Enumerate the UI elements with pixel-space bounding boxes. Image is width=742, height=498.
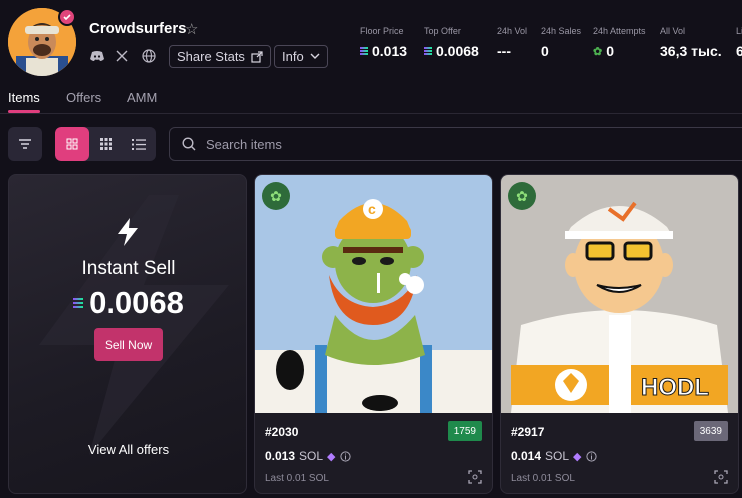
stat-value: 36,3 тыс. — [660, 43, 722, 59]
nft-image: c ✿ — [255, 175, 492, 413]
tab-amm[interactable]: AMM — [127, 90, 157, 105]
svg-text:c: c — [368, 201, 376, 217]
expand-icon[interactable] — [468, 470, 482, 484]
stat-label: Top Offer — [424, 26, 461, 36]
clover-icon: ✿ — [593, 45, 603, 58]
nft-price: 0.013 SOL ◆ — [265, 449, 351, 463]
view-all-offers-link[interactable]: View All offers — [9, 442, 246, 457]
stat-label: All Vol — [660, 26, 686, 36]
discord-icon[interactable] — [88, 47, 106, 65]
stat-24h-sales: 24h Sales 0 — [541, 26, 581, 59]
filter-button[interactable] — [8, 127, 42, 161]
grid-large-icon — [66, 138, 78, 150]
sell-now-button[interactable]: Sell Now — [94, 328, 163, 361]
rarity-rank-badge: 1759 — [447, 421, 482, 441]
nft-price: 0.014 SOL ◆ — [511, 449, 597, 463]
nft-last-sale: Last 0.01 SOL — [511, 473, 575, 484]
clover-badge-icon: ✿ — [262, 182, 290, 210]
stat-all-vol: All Vol 36,3 тыс. — [660, 26, 722, 59]
search-input[interactable] — [206, 136, 606, 152]
verified-badge — [58, 8, 76, 26]
stat-24h-attempts: 24h Attempts ✿ 0 — [593, 26, 646, 59]
sol-icon — [424, 47, 432, 55]
info-icon[interactable] — [339, 450, 351, 462]
nft-price-unit: SOL — [545, 449, 570, 463]
collection-name: Crowdsurfers — [89, 20, 187, 37]
svg-text:HODL: HODL — [641, 374, 709, 401]
stat-listed: Li 6 — [736, 26, 742, 59]
share-stats-label: Share Stats — [177, 49, 245, 64]
instant-sell-price: 0.0068 — [9, 285, 246, 321]
instant-sell-title: Instant Sell — [81, 258, 176, 279]
list-icon — [132, 138, 147, 150]
nft-price-value: 0.014 — [511, 449, 542, 463]
stat-24h-vol: 24h Vol --- — [497, 26, 527, 59]
chevron-down-icon — [310, 53, 320, 59]
view-toggle-group — [55, 127, 156, 161]
nft-card[interactable]: c ✿ #2030 1759 0.013 SOL ◆ Last 0.01 SOL — [254, 174, 493, 494]
globe-icon[interactable] — [140, 47, 158, 65]
share-stats-button[interactable]: Share Stats — [169, 45, 271, 68]
grid-small-view-button[interactable] — [89, 127, 123, 161]
grid-small-icon — [99, 138, 112, 150]
nft-card[interactable]: HODL ✿ #2917 3639 0.014 SOL ◆ Last 0.01 … — [500, 174, 739, 494]
sol-icon — [360, 47, 368, 55]
stat-floor-price: Floor Price 0.013 — [360, 26, 407, 59]
stat-value: 0.0068 — [436, 43, 479, 59]
gem-icon: ◆ — [327, 450, 336, 463]
nft-price-unit: SOL — [299, 449, 324, 463]
filter-icon — [19, 139, 31, 149]
x-icon[interactable] — [113, 47, 131, 65]
instant-sell-price-value: 0.0068 — [89, 285, 184, 320]
stat-label: Li — [736, 26, 742, 36]
check-badge-icon — [63, 14, 71, 21]
star-icon[interactable]: ☆ — [185, 20, 198, 38]
stat-label: 24h Vol — [497, 26, 528, 36]
stat-label: 24h Sales — [541, 26, 582, 36]
rarity-rank-badge: 3639 — [693, 421, 728, 441]
nft-id: #2030 — [265, 425, 299, 439]
info-button[interactable]: Info — [274, 45, 328, 68]
search-icon — [182, 137, 196, 151]
stat-value: --- — [497, 43, 511, 59]
stat-value: 0 — [606, 43, 615, 59]
gem-icon: ◆ — [573, 450, 582, 463]
nft-image: HODL ✿ — [501, 175, 738, 413]
sol-icon — [73, 297, 84, 309]
stat-value: 0 — [541, 43, 549, 59]
info-icon[interactable] — [585, 450, 597, 462]
stat-label: 24h Attempts — [593, 26, 646, 36]
lightning-icon — [118, 218, 138, 246]
stat-value: 6 — [736, 43, 742, 59]
list-view-button[interactable] — [122, 127, 156, 161]
clover-badge-icon: ✿ — [508, 182, 536, 210]
nft-id: #2917 — [511, 425, 545, 439]
stat-value: 0.013 — [372, 43, 408, 59]
share-icon — [251, 50, 263, 63]
tabs-divider — [0, 113, 742, 114]
stat-label: Floor Price — [360, 26, 404, 36]
nft-last-sale: Last 0.01 SOL — [265, 473, 329, 484]
tab-items[interactable]: Items — [8, 90, 40, 105]
nft-price-value: 0.013 — [265, 449, 296, 463]
expand-icon[interactable] — [714, 470, 728, 484]
search-bar — [169, 127, 742, 161]
stat-top-offer: Top Offer 0.0068 — [424, 26, 479, 59]
info-label: Info — [282, 49, 304, 64]
grid-large-view-button[interactable] — [55, 127, 89, 161]
tab-offers[interactable]: Offers — [66, 90, 101, 105]
instant-sell-card: Instant Sell 0.0068 Sell Now View All of… — [8, 174, 247, 494]
